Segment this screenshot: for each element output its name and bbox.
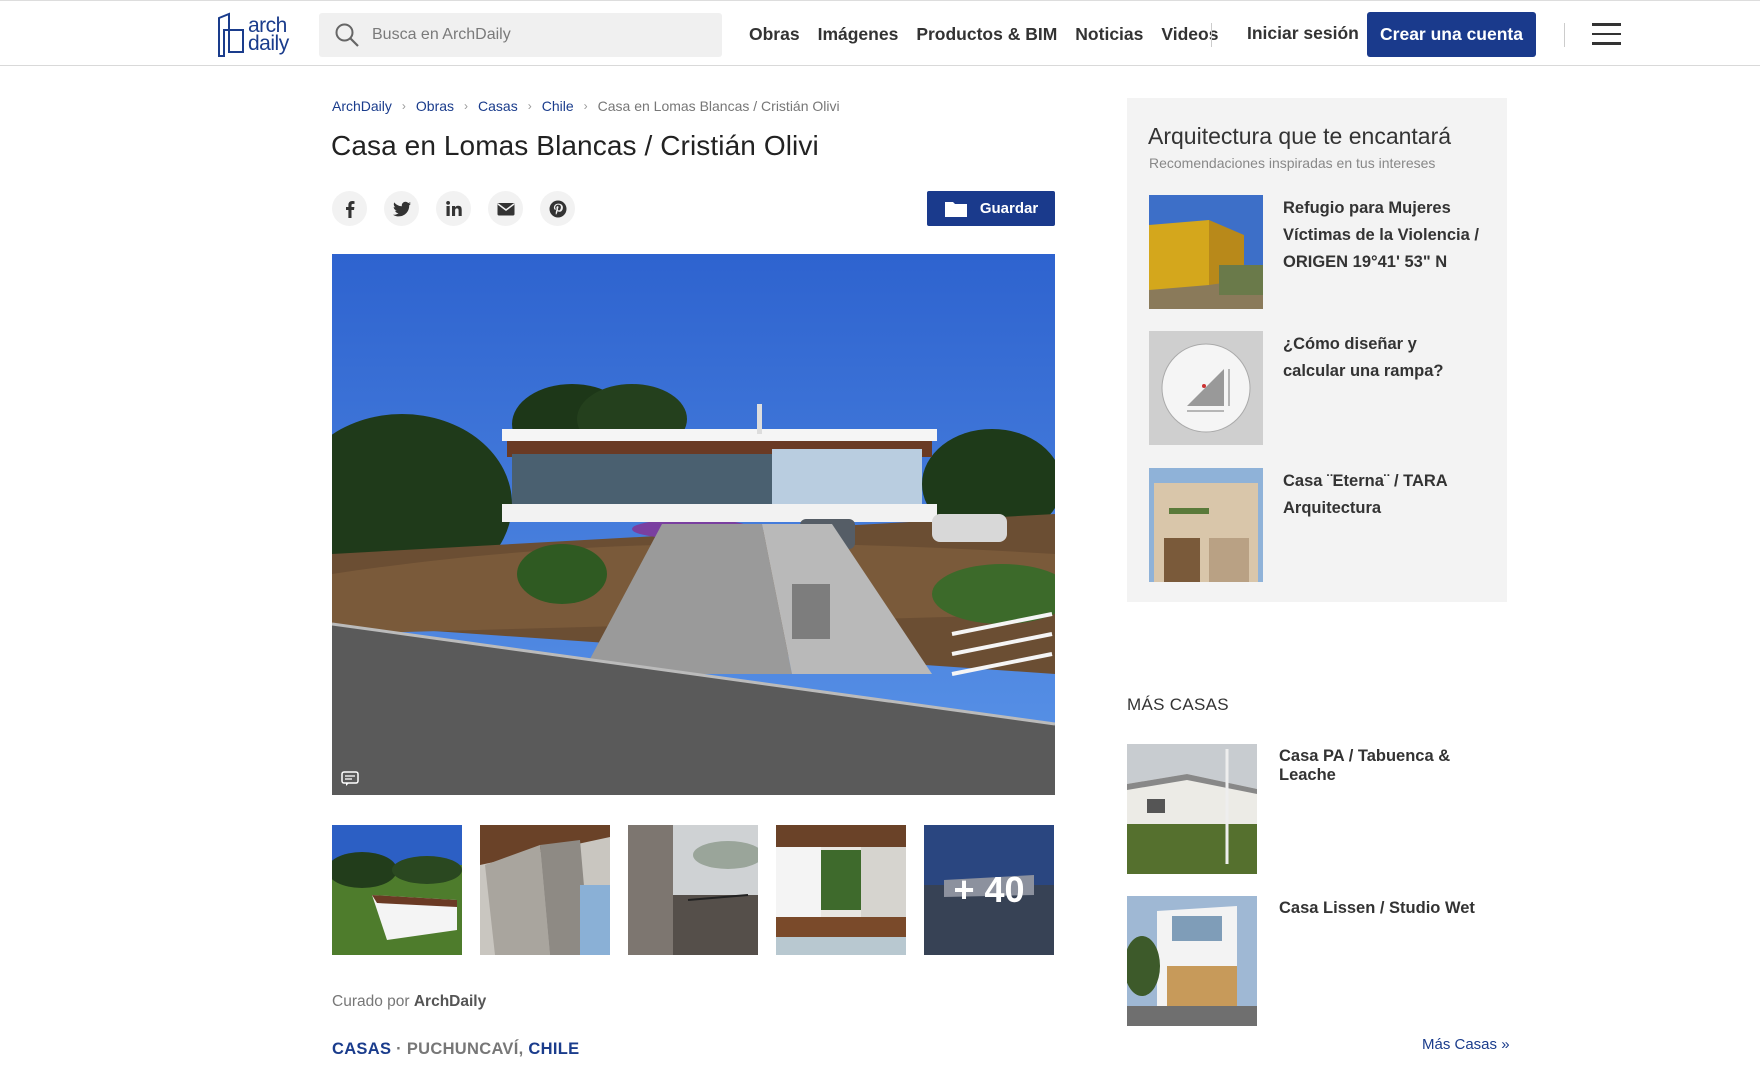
share-twitter-button[interactable] <box>384 191 419 226</box>
category-country-link[interactable]: CHILE <box>528 1040 579 1058</box>
recommendation-title[interactable]: ¿Cómo diseñar y calcular una rampa? <box>1283 331 1483 385</box>
category-city: PUCHUNCAVÍ <box>406 1040 519 1058</box>
thumbnail-image <box>480 825 610 955</box>
chevron-right-icon: › <box>527 99 532 113</box>
nav-obras[interactable]: Obras <box>749 24 800 45</box>
create-account-button[interactable]: Crear una cuenta <box>1367 12 1536 57</box>
pinterest-icon <box>549 200 566 217</box>
nav-imagenes[interactable]: Imágenes <box>818 24 899 45</box>
recommendation-thumbnail[interactable] <box>1149 468 1263 582</box>
recommendation-thumbnail[interactable] <box>1149 331 1263 445</box>
nav-noticias[interactable]: Noticias <box>1075 24 1143 45</box>
breadcrumb-archdaily[interactable]: ArchDaily <box>332 98 392 114</box>
more-house-image <box>1127 744 1257 874</box>
more-houses-heading: MÁS CASAS <box>1127 695 1229 714</box>
thumbnail[interactable] <box>628 825 758 955</box>
caption-icon[interactable] <box>341 771 359 787</box>
more-house-item[interactable]: Casa Lissen / Studio Wet <box>1127 896 1507 1026</box>
more-house-image <box>1127 896 1257 1026</box>
curated-prefix: Curado por <box>332 993 414 1010</box>
recommendation-title[interactable]: Refugio para Mujeres Víctimas de la Viol… <box>1283 195 1483 276</box>
nav-divider <box>1211 23 1212 47</box>
share-email-button[interactable] <box>488 191 523 226</box>
category-type-link[interactable]: CASAS <box>332 1040 391 1058</box>
thumbnail[interactable] <box>480 825 610 955</box>
email-icon <box>497 202 514 215</box>
top-navigation-bar: arch daily Obras Imágenes Productos & BI… <box>0 0 1760 66</box>
folder-icon <box>944 201 967 217</box>
breadcrumb-current: Casa en Lomas Blancas / Cristián Olivi <box>597 98 840 114</box>
thumbnail[interactable] <box>776 825 906 955</box>
share-bar <box>332 191 575 226</box>
project-categories: CASAS · PUCHUNCAVÍ, CHILE <box>332 1040 579 1059</box>
more-house-title[interactable]: Casa PA / Tabuenca & Leache <box>1279 747 1507 785</box>
facebook-icon <box>345 200 354 218</box>
logo-mark-icon <box>218 12 244 57</box>
category-separator: · <box>391 1040 407 1058</box>
category-comma: , <box>518 1040 529 1058</box>
nav-videos[interactable]: Videos <box>1161 24 1218 45</box>
search-input[interactable] <box>372 26 692 44</box>
nav-productos-bim[interactable]: Productos & BIM <box>916 24 1057 45</box>
recommendation-thumbnail[interactable] <box>1149 195 1263 309</box>
recommendation-image <box>1149 331 1263 445</box>
logo-text-bottom: daily <box>248 32 289 55</box>
recommendation-image <box>1149 195 1263 309</box>
recommendations-title: Arquitectura que te encantará <box>1148 123 1452 149</box>
search-icon <box>335 23 359 47</box>
search-box[interactable] <box>319 13 722 57</box>
curator-name[interactable]: ArchDaily <box>414 993 486 1010</box>
main-nav: Obras Imágenes Productos & BIM Noticias … <box>749 1 1218 67</box>
house-photo <box>332 254 1055 795</box>
breadcrumb-casas[interactable]: Casas <box>478 98 518 114</box>
more-house-item[interactable]: Casa PA / Tabuenca & Leache <box>1127 744 1507 874</box>
breadcrumb-obras[interactable]: Obras <box>416 98 454 114</box>
breadcrumb-chile[interactable]: Chile <box>542 98 574 114</box>
twitter-icon <box>392 201 411 216</box>
save-button-label: Guardar <box>979 200 1039 217</box>
thumbnail-more[interactable]: + 40 <box>924 825 1054 955</box>
recommendation-item[interactable]: Refugio para Mujeres Víctimas de la Viol… <box>1149 195 1489 309</box>
more-house-thumbnail[interactable] <box>1127 896 1257 1026</box>
share-facebook-button[interactable] <box>332 191 367 226</box>
recommendation-item[interactable]: ¿Cómo diseñar y calcular una rampa? <box>1149 331 1489 445</box>
recommendations-subtitle: Recomendaciones inspiradas en tus intere… <box>1149 155 1436 171</box>
thumbnail-image <box>776 825 906 955</box>
save-button[interactable]: Guardar <box>927 191 1055 226</box>
recommendation-item[interactable]: Casa ¨Eterna¨ / TARA Arquitectura <box>1149 468 1489 582</box>
recommendation-title[interactable]: Casa ¨Eterna¨ / TARA Arquitectura <box>1283 468 1483 522</box>
thumbnail[interactable] <box>332 825 462 955</box>
recommendations-panel: Arquitectura que te encantará Recomendac… <box>1127 98 1507 602</box>
curated-by: Curado por ArchDaily <box>332 993 486 1011</box>
recommendation-image <box>1149 468 1263 582</box>
logo-text: arch daily <box>248 15 289 55</box>
share-linkedin-button[interactable] <box>436 191 471 226</box>
more-house-title[interactable]: Casa Lissen / Studio Wet <box>1279 899 1475 918</box>
thumbnail-image <box>332 825 462 955</box>
login-link[interactable]: Iniciar sesión <box>1247 23 1359 44</box>
thumbnail-image <box>628 825 758 955</box>
linkedin-icon <box>445 200 462 216</box>
archdaily-logo[interactable]: arch daily <box>216 11 296 59</box>
chevron-right-icon: › <box>401 99 406 113</box>
page-title: Casa en Lomas Blancas / Cristián Olivi <box>331 130 819 161</box>
thumbnail-strip: + 40 <box>332 825 1054 955</box>
hamburger-menu-icon[interactable] <box>1592 23 1621 45</box>
chevron-right-icon: › <box>583 99 588 113</box>
breadcrumb: ArchDaily › Obras › Casas › Chile › Casa… <box>332 98 840 114</box>
more-houses-link[interactable]: Más Casas » <box>1422 1036 1510 1053</box>
nav-divider <box>1564 23 1565 47</box>
more-house-thumbnail[interactable] <box>1127 744 1257 874</box>
share-pinterest-button[interactable] <box>540 191 575 226</box>
main-project-image[interactable] <box>332 254 1055 795</box>
chevron-right-icon: › <box>464 99 469 113</box>
thumbnail-more-count: + 40 <box>924 825 1054 955</box>
